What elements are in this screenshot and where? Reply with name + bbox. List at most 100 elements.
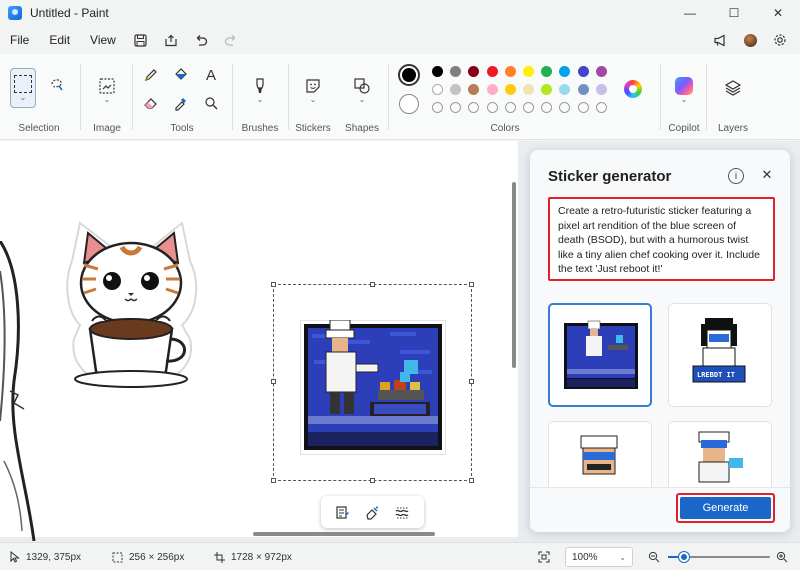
eraser-icon[interactable]	[140, 92, 162, 114]
color-swatch[interactable]	[577, 66, 589, 77]
fit-to-window-icon[interactable]	[538, 543, 550, 570]
divider	[706, 64, 707, 130]
resize-handle[interactable]	[271, 282, 276, 287]
layers-group: Layers	[708, 54, 758, 140]
zoom-slider-thumb[interactable]	[679, 552, 690, 562]
megaphone-icon[interactable]	[706, 26, 734, 54]
custom-color-slot[interactable]	[432, 102, 443, 113]
sticker-option-2[interactable]: LREBDT IT	[668, 303, 772, 407]
share-icon[interactable]	[156, 26, 186, 54]
remove-background-icon[interactable]	[359, 500, 385, 524]
color-swatch[interactable]	[504, 66, 516, 77]
free-form-select-icon[interactable]	[46, 74, 68, 96]
maximize-button[interactable]: ☐	[712, 0, 756, 26]
account-avatar[interactable]	[736, 26, 764, 54]
menu-edit[interactable]: Edit	[39, 26, 80, 54]
copilot-button[interactable]: ⌄	[672, 72, 696, 108]
edit-colors-icon[interactable]	[622, 78, 644, 100]
custom-color-slot[interactable]	[541, 102, 553, 113]
drawing-canvas[interactable]	[0, 141, 518, 541]
generate-button-highlight: Generate	[676, 493, 775, 523]
cursor-position-text: 1329, 375px	[26, 551, 82, 563]
resize-handle[interactable]	[370, 478, 375, 483]
copilot-label: Copilot	[668, 123, 700, 134]
settings-gear-icon[interactable]	[766, 26, 794, 54]
color-swatch[interactable]	[523, 66, 534, 77]
resize-handle[interactable]	[469, 282, 474, 287]
close-panel-icon[interactable]: ✕	[758, 166, 776, 184]
rectangle-select-button[interactable]: ⌄	[10, 68, 36, 108]
menu-view[interactable]: View	[80, 26, 126, 54]
horizontal-scrollbar[interactable]	[253, 532, 435, 536]
zoom-level-select[interactable]: 100% ⌄	[565, 547, 633, 567]
close-window-button[interactable]: ✕	[756, 0, 800, 26]
resize-handle[interactable]	[469, 478, 474, 483]
color-swatch[interactable]	[595, 84, 607, 95]
ribbon-toolbar: ⌄ Selection ⌄ Image A Tools ⌄ Brushes ⌄ …	[0, 54, 800, 140]
magnifier-icon[interactable]	[200, 92, 222, 114]
resize-handle[interactable]	[271, 478, 276, 483]
fill-bucket-icon[interactable]	[170, 64, 192, 86]
color-swatch[interactable]	[559, 66, 571, 77]
color-swatch[interactable]	[468, 66, 480, 77]
resize-handle[interactable]	[370, 282, 375, 287]
sticker-option-1[interactable]	[548, 303, 652, 407]
primary-color-button[interactable]	[398, 64, 420, 86]
redo-icon[interactable]	[216, 26, 246, 54]
color-swatch[interactable]	[541, 84, 553, 95]
color-swatch[interactable]	[523, 84, 534, 95]
custom-color-slot[interactable]	[595, 102, 607, 113]
color-swatch[interactable]	[432, 66, 443, 77]
menu-file[interactable]: File	[0, 26, 39, 54]
custom-color-slot[interactable]	[486, 102, 498, 113]
custom-color-slot[interactable]	[523, 102, 534, 113]
vertical-scrollbar[interactable]	[512, 182, 516, 368]
color-swatch[interactable]	[486, 84, 498, 95]
color-swatch[interactable]	[432, 84, 443, 95]
resize-handle[interactable]	[271, 379, 276, 384]
custom-color-slot[interactable]	[504, 102, 516, 113]
color-swatch[interactable]	[559, 84, 571, 95]
stickers-label: Stickers	[295, 123, 331, 134]
selection-frame[interactable]	[271, 282, 474, 483]
generate-button[interactable]: Generate	[680, 497, 771, 519]
image-tools-button[interactable]: ⌄	[94, 72, 120, 108]
custom-color-slot[interactable]	[450, 102, 462, 113]
info-icon[interactable]: i	[728, 168, 744, 184]
custom-color-slot[interactable]	[577, 102, 589, 113]
secondary-color-button[interactable]	[399, 94, 419, 114]
minimize-button[interactable]: —	[668, 0, 712, 26]
zoom-out-icon[interactable]	[648, 543, 660, 570]
color-swatch[interactable]	[486, 66, 498, 77]
tools-group: A Tools	[134, 54, 230, 140]
color-picker-icon[interactable]	[170, 92, 192, 114]
layers-button[interactable]	[721, 76, 745, 100]
cat-coffee-sticker[interactable]	[62, 221, 202, 391]
color-swatch[interactable]	[595, 66, 607, 77]
zoom-in-icon[interactable]	[776, 543, 788, 570]
edit-sticker-icon[interactable]	[329, 500, 355, 524]
color-swatch[interactable]	[450, 84, 462, 95]
stickers-button[interactable]: ⌄	[301, 72, 325, 108]
zoom-slider[interactable]	[668, 552, 770, 562]
color-swatch[interactable]	[541, 66, 553, 77]
stickers-group: ⌄ Stickers	[290, 54, 336, 140]
color-swatch[interactable]	[450, 66, 462, 77]
sticker-prompt-input[interactable]: Create a retro-futuristic sticker featur…	[548, 197, 775, 281]
colors-label: Colors	[490, 123, 520, 134]
brushes-button[interactable]: ⌄	[248, 72, 272, 108]
selection-size-text: 256 × 256px	[129, 551, 185, 563]
custom-color-slot[interactable]	[559, 102, 571, 113]
text-tool-icon[interactable]: A	[200, 64, 222, 86]
undo-icon[interactable]	[186, 26, 216, 54]
custom-color-slot[interactable]	[468, 102, 480, 113]
save-icon[interactable]	[126, 26, 156, 54]
resize-handle[interactable]	[469, 379, 474, 384]
color-swatch[interactable]	[504, 84, 516, 95]
sticker-icon	[306, 78, 320, 93]
shapes-button[interactable]: ⌄	[350, 72, 374, 108]
pencil-icon[interactable]	[140, 64, 162, 86]
color-swatch[interactable]	[468, 84, 480, 95]
pattern-fill-icon[interactable]	[390, 500, 416, 524]
color-swatch[interactable]	[577, 84, 589, 95]
